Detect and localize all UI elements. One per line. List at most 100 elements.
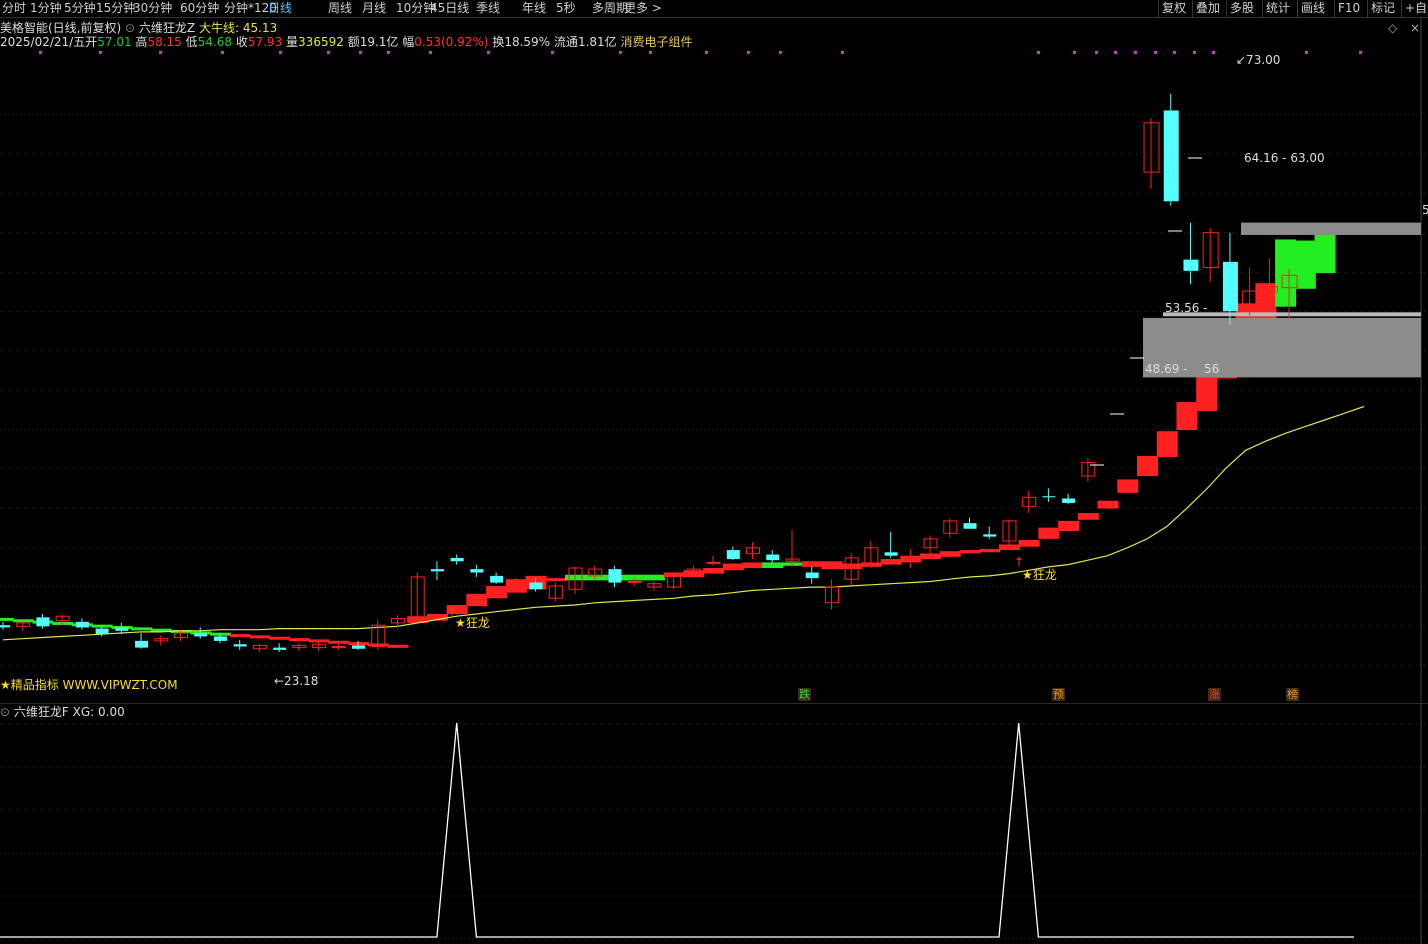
- toolbar-button-0[interactable]: 复权: [1162, 1, 1186, 15]
- period-tab-0[interactable]: 分时: [2, 1, 26, 15]
- candle-body: [805, 572, 819, 579]
- marker-dot: [99, 51, 102, 54]
- toolbar-button-4[interactable]: 画线: [1301, 1, 1325, 15]
- dragon-band: [0, 617, 14, 621]
- marker-dot: [1134, 51, 1137, 54]
- dragon-block: [821, 561, 843, 570]
- candle-body: [450, 557, 464, 562]
- dragon-block: [959, 550, 981, 554]
- dragon-block: [703, 568, 725, 574]
- dragon-block: [1314, 233, 1336, 274]
- period-tab-2[interactable]: 5分钟: [64, 1, 96, 15]
- period-tab-4[interactable]: 30分钟: [133, 1, 172, 15]
- signal-chart[interactable]: [0, 703, 1428, 944]
- candle-body: [529, 582, 543, 590]
- candle-body: [706, 561, 721, 564]
- dragon-block: [1294, 240, 1316, 289]
- candle-body: [1183, 259, 1199, 271]
- dragon-band: [229, 634, 251, 638]
- toolbar-button-6[interactable]: 标记: [1371, 1, 1395, 15]
- candlestick-chart[interactable]: ↙73.00 64.16 - 63.00 53.56 - 48.69 - 56 ←23.1…: [0, 18, 1428, 702]
- signal-chip[interactable]: 预: [1052, 688, 1065, 701]
- marker-dot: [1154, 51, 1157, 54]
- marker-dot: [1095, 51, 1098, 54]
- candle-body: [0, 625, 10, 628]
- candle-body: [95, 628, 109, 635]
- toolbar-button-7[interactable]: +自选: [1405, 1, 1428, 15]
- signal-chip[interactable]: 榜: [1286, 688, 1299, 701]
- dragon-block: [466, 593, 488, 607]
- candle-body: [213, 636, 227, 641]
- dragon-band: [308, 639, 330, 643]
- candle-body: [194, 633, 208, 637]
- dragon-block: [979, 548, 1001, 553]
- dragon-label-1: ★狂龙: [455, 616, 490, 630]
- period-tab-11[interactable]: 45日线: [430, 1, 469, 15]
- marker-dot: [1037, 51, 1040, 54]
- candle-body: [983, 534, 997, 537]
- period-tab-13[interactable]: 年线: [522, 1, 546, 15]
- period-tab-14[interactable]: 5秒: [556, 1, 576, 15]
- max-price-label: ↙73.00: [1236, 53, 1280, 67]
- period-tab-15[interactable]: 多周期: [592, 1, 628, 15]
- dragon-block: [742, 562, 764, 569]
- dragon-block: [939, 551, 961, 557]
- period-tab-16[interactable]: 更多 >: [624, 1, 662, 15]
- marker-dot: [649, 51, 652, 54]
- period-tab-12[interactable]: 季线: [476, 1, 500, 15]
- dragon-band: [131, 627, 153, 631]
- dragon-block: [1156, 431, 1178, 457]
- dragon-block: [1097, 500, 1119, 509]
- candle-body: [1222, 261, 1238, 312]
- toolbar-button-1[interactable]: 叠加: [1196, 1, 1220, 15]
- candle-body: [963, 523, 977, 529]
- candle-body: [135, 640, 149, 648]
- dragon-block: [1117, 479, 1139, 493]
- dragon-block: [880, 559, 902, 565]
- period-tab-1[interactable]: 1分钟: [30, 1, 62, 15]
- candle-body: [608, 569, 622, 583]
- candle-body: [766, 554, 780, 561]
- toolbar-button-2[interactable]: 多股: [1230, 1, 1254, 15]
- candle-body: [233, 644, 247, 647]
- marker-dot: [779, 51, 782, 54]
- marker-dot: [279, 51, 282, 54]
- dragon-block: [722, 563, 744, 571]
- toolbar-button-3[interactable]: 统计: [1266, 1, 1290, 15]
- marker-dot: [487, 51, 490, 54]
- period-tab-9[interactable]: 月线: [362, 1, 386, 15]
- signal-chip[interactable]: 涨: [1208, 688, 1221, 701]
- dragon-band: [288, 638, 310, 642]
- candle-body: [1062, 498, 1076, 503]
- candle-body: [627, 580, 642, 583]
- period-tab-8[interactable]: 周线: [328, 1, 352, 15]
- period-toolbar: 分时 1分钟 5分钟 15分钟 30分钟 60分钟 分钟*120 日线 周线 月线 10分钟 45日线…: [0, 0, 1428, 18]
- candle-body: [884, 552, 898, 556]
- dragon-block: [545, 578, 567, 582]
- dragon-block: [1018, 539, 1040, 547]
- dragon-block: [643, 574, 665, 581]
- marker-dot: [39, 51, 42, 54]
- period-tab-7[interactable]: 日线: [268, 1, 292, 15]
- period-tab-3[interactable]: 15分钟: [96, 1, 135, 15]
- marker-dot: [387, 51, 390, 54]
- candle-body: [352, 645, 366, 649]
- zone-lower-tail: 56: [1204, 362, 1219, 376]
- dragon-block: [1058, 520, 1080, 531]
- zone-mid-label: 53.56 -: [1165, 301, 1208, 315]
- candle-body: [36, 617, 50, 627]
- marker-dot: [359, 51, 362, 54]
- marker-dot: [551, 51, 554, 54]
- signal-chip[interactable]: 跌: [798, 688, 811, 701]
- toolbar-button-5[interactable]: F10: [1338, 1, 1360, 15]
- dragon-block: [486, 585, 508, 599]
- candle-body: [273, 647, 287, 650]
- candle-body: [726, 550, 740, 560]
- candle-body: [1163, 110, 1179, 202]
- period-tab-5[interactable]: 60分钟: [180, 1, 219, 15]
- dragon-block: [1137, 455, 1159, 477]
- candle-body: [430, 569, 444, 572]
- dragon-block: [1077, 513, 1099, 520]
- marker-dot: [1212, 51, 1215, 54]
- marker-dot: [327, 51, 330, 54]
